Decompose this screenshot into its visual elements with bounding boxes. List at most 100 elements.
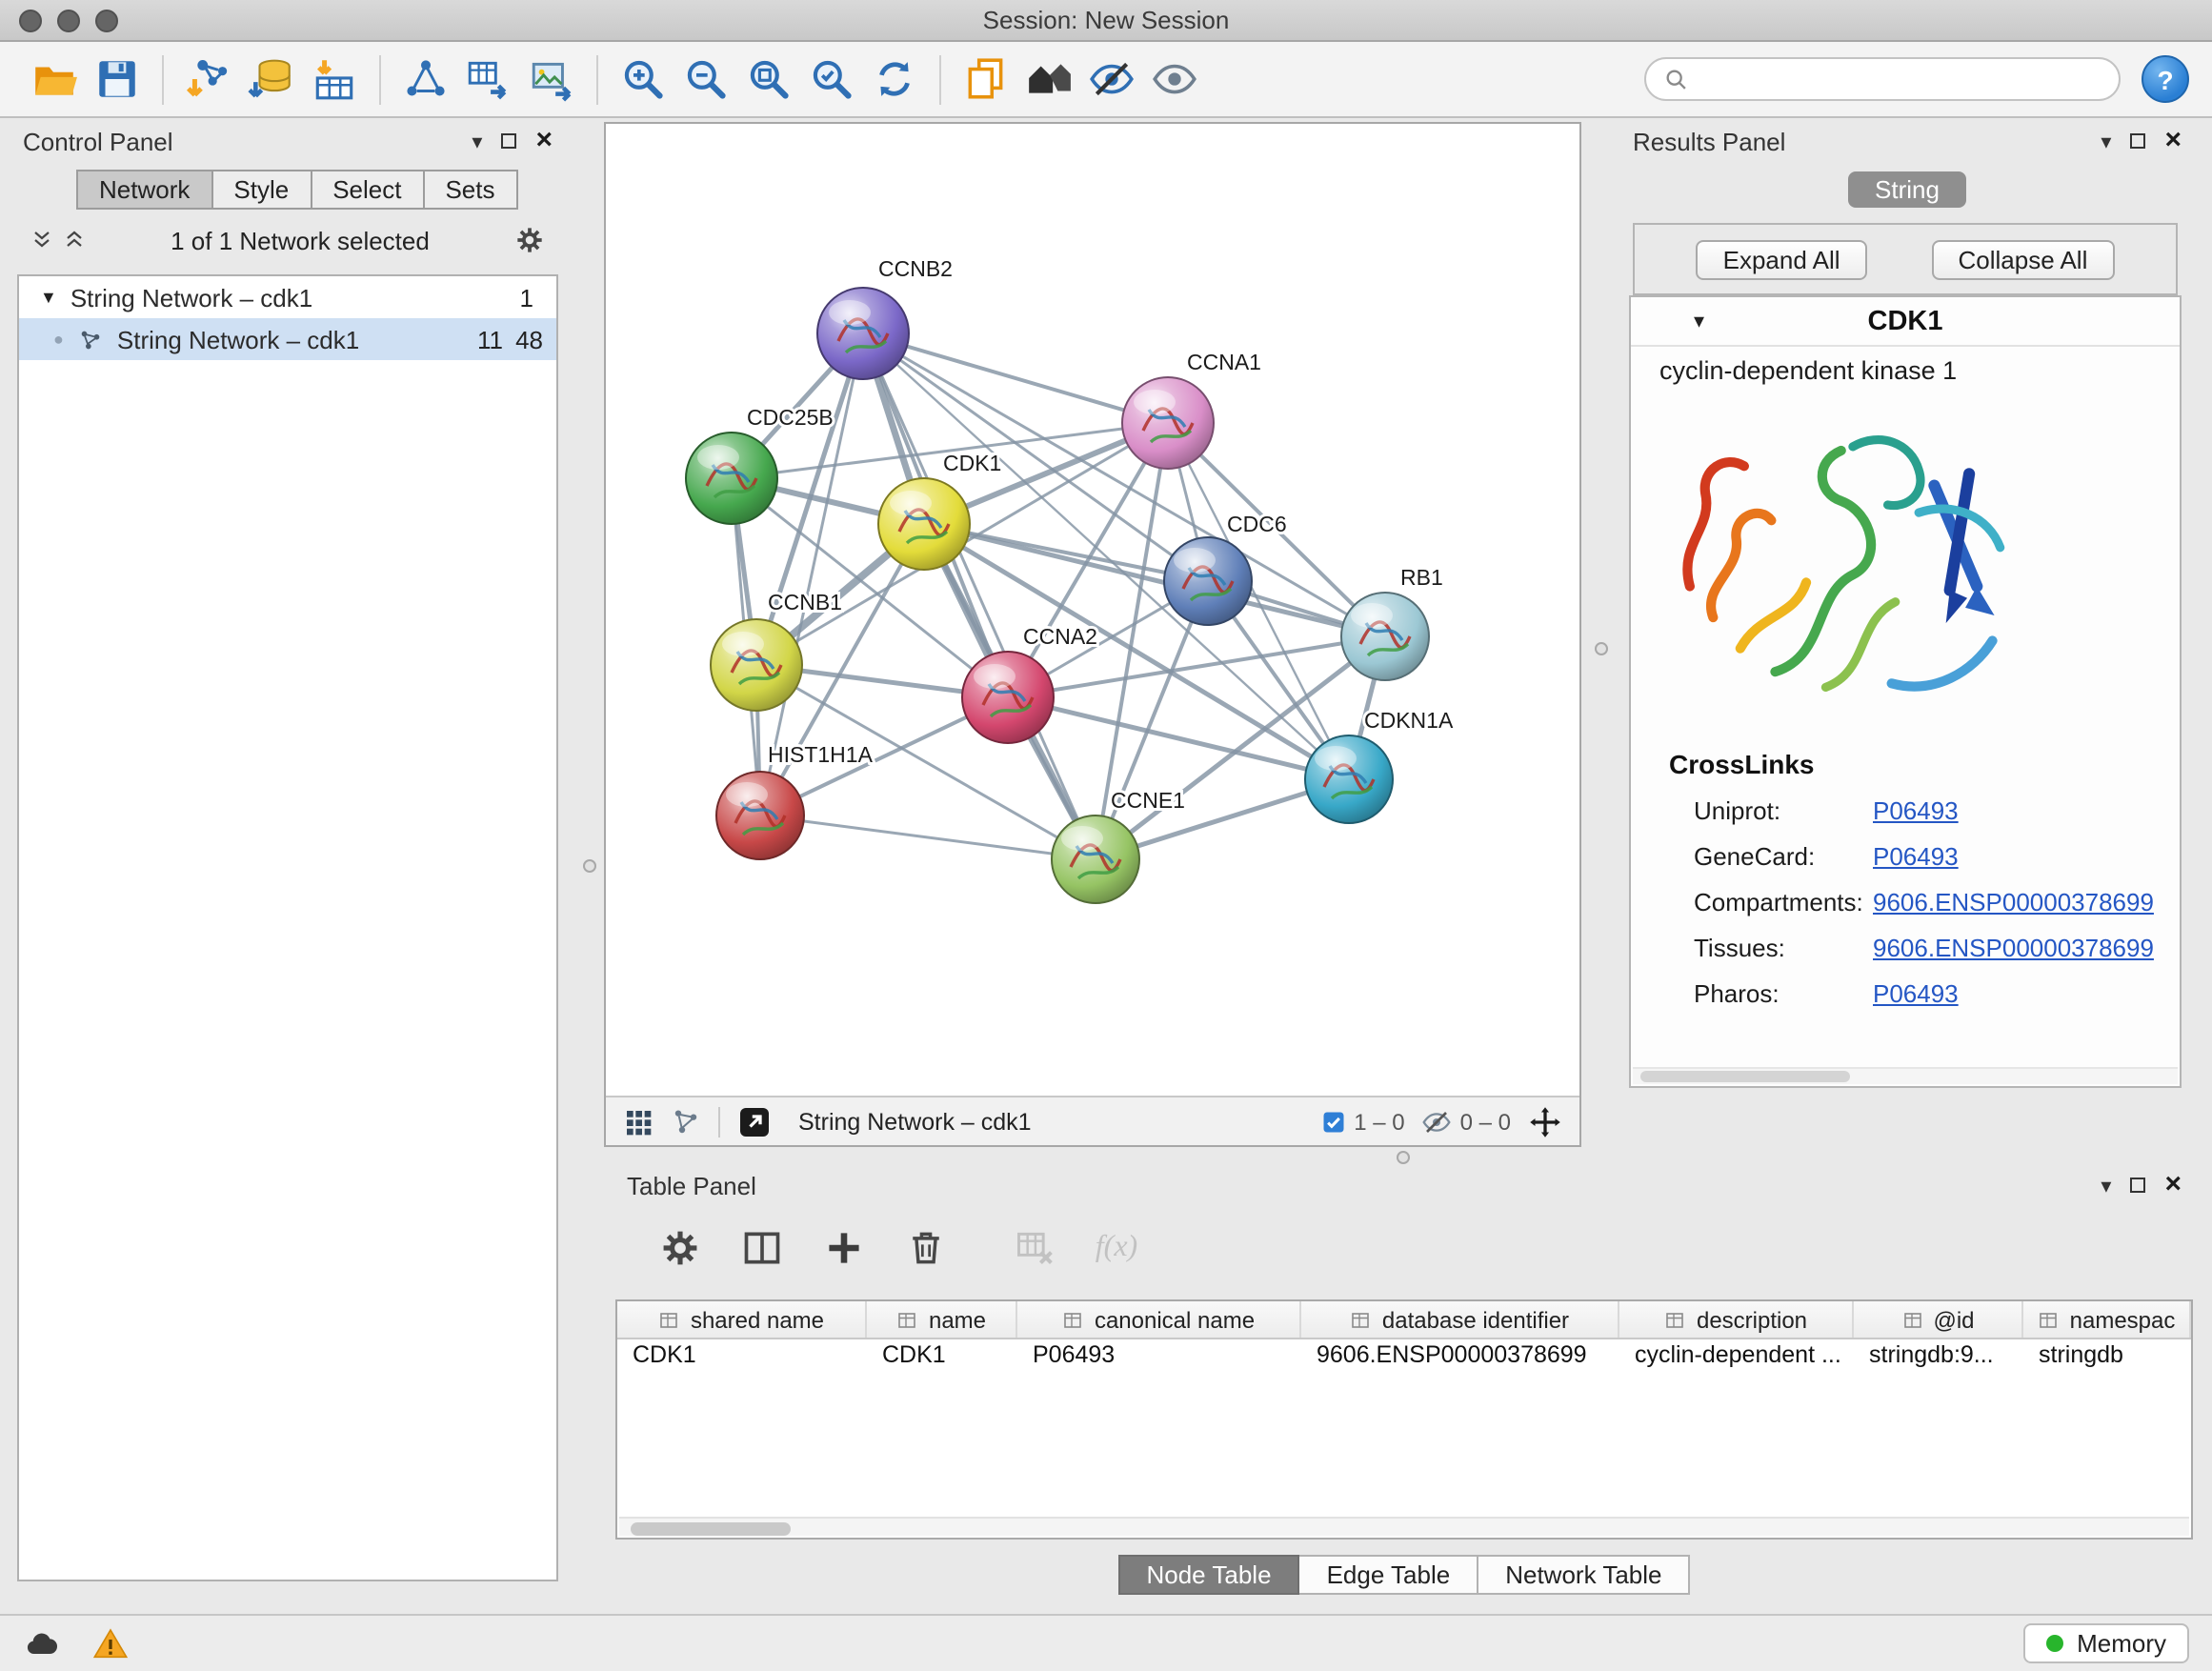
network-collection-row[interactable]: ▼ String Network – cdk1 1 xyxy=(19,276,556,318)
search-input[interactable] xyxy=(1701,64,2101,94)
tab-network-table[interactable]: Network Table xyxy=(1478,1555,1690,1595)
crosslink-link-pharos[interactable]: P06493 xyxy=(1873,979,1959,1008)
show-columns-button[interactable] xyxy=(735,1216,789,1280)
collapse-panel-button[interactable]: ▾ xyxy=(472,129,482,153)
table-cell[interactable]: P06493 xyxy=(1017,1339,1301,1376)
network-node-CDK1[interactable] xyxy=(878,478,970,570)
network-from-selection-button[interactable] xyxy=(394,47,457,111)
zoom-selected-button[interactable] xyxy=(800,47,863,111)
birds-eye-view-icon[interactable] xyxy=(623,1106,654,1137)
network-share-icon[interactable] xyxy=(671,1106,701,1137)
network-edge-CCNB2-CCNE1[interactable] xyxy=(863,333,1096,859)
export-table-button[interactable] xyxy=(457,47,520,111)
float-panel-button[interactable] xyxy=(501,133,516,149)
network-node-CCNA2[interactable] xyxy=(962,652,1054,743)
crosslink-link-compartments[interactable]: 9606.ENSP00000378699 xyxy=(1873,888,2154,916)
tab-edge-table[interactable]: Edge Table xyxy=(1300,1555,1479,1595)
show-panel-button[interactable] xyxy=(1143,47,1206,111)
network-row[interactable]: ● String Network – cdk1 11 48 xyxy=(19,318,556,360)
eye-slash-icon[interactable] xyxy=(1422,1106,1453,1137)
table-cell[interactable]: stringdb:9... xyxy=(1854,1339,2023,1376)
crosslink-link-genecard[interactable]: P06493 xyxy=(1873,842,1959,871)
crosslink-link-tissues[interactable]: 9606.ENSP00000378699 xyxy=(1873,934,2154,962)
results-scrollbar[interactable] xyxy=(1633,1067,2178,1084)
network-edge-CCNB2-CCNA1[interactable] xyxy=(863,333,1168,423)
tab-style[interactable]: Style xyxy=(212,170,312,210)
column-header[interactable]: database identifier xyxy=(1301,1301,1619,1338)
network-node-CDC25B[interactable] xyxy=(686,433,777,524)
table-cell[interactable]: 9606.ENSP00000378699 xyxy=(1301,1339,1619,1376)
open-session-button[interactable] xyxy=(23,47,86,111)
table-settings-button[interactable] xyxy=(654,1216,707,1280)
import-network-database-button[interactable] xyxy=(240,47,303,111)
refresh-network-button[interactable] xyxy=(863,47,926,111)
open-external-icon[interactable] xyxy=(737,1104,772,1138)
collapse-panel-button[interactable]: ▾ xyxy=(2101,129,2111,153)
network-node-CCNA1[interactable] xyxy=(1122,377,1214,469)
import-network-file-button[interactable] xyxy=(177,47,240,111)
move-crosshair-icon[interactable] xyxy=(1528,1104,1562,1138)
column-header[interactable]: namespac xyxy=(2023,1301,2191,1338)
hide-panel-button[interactable] xyxy=(1080,47,1143,111)
collapse-card-icon[interactable]: ▾ xyxy=(1694,309,1704,333)
zoom-fit-button[interactable] xyxy=(737,47,800,111)
table-cell[interactable]: cyclin-dependent ... xyxy=(1619,1339,1854,1376)
column-header[interactable]: canonical name xyxy=(1017,1301,1301,1338)
network-node-CCNB1[interactable] xyxy=(711,619,802,711)
delete-table-button[interactable] xyxy=(1008,1216,1061,1280)
save-session-button[interactable] xyxy=(86,47,149,111)
table-cell[interactable]: stringdb xyxy=(2023,1339,2191,1376)
column-header[interactable]: @id xyxy=(1854,1301,2023,1338)
table-row[interactable]: CDK1CDK1P064939606.ENSP00000378699cyclin… xyxy=(617,1339,2191,1376)
zoom-out-button[interactable] xyxy=(674,47,737,111)
network-node-CDC6[interactable] xyxy=(1164,537,1252,625)
warnings-button[interactable] xyxy=(91,1624,130,1662)
function-builder-button[interactable]: f(x) xyxy=(1090,1216,1143,1280)
network-edge-CDK1-RB1[interactable] xyxy=(924,524,1385,636)
home-button[interactable] xyxy=(1017,47,1080,111)
splitter-handle[interactable] xyxy=(583,859,596,873)
create-column-button[interactable] xyxy=(817,1216,871,1280)
column-header[interactable]: shared name xyxy=(617,1301,867,1338)
export-image-button[interactable] xyxy=(520,47,583,111)
column-header[interactable]: description xyxy=(1619,1301,1854,1338)
table-hscrollbar[interactable] xyxy=(619,1517,2189,1536)
tab-string[interactable]: String xyxy=(1848,171,1966,208)
crosslink-link-uniprot[interactable]: P06493 xyxy=(1873,796,1959,825)
close-window-button[interactable] xyxy=(19,9,42,31)
close-panel-button[interactable]: × xyxy=(2164,131,2182,151)
network-node-CDKN1A[interactable] xyxy=(1305,735,1393,823)
cloud-status-button[interactable] xyxy=(23,1624,61,1662)
network-node-RB1[interactable] xyxy=(1341,593,1429,680)
minimize-window-button[interactable] xyxy=(57,9,80,31)
search-box[interactable] xyxy=(1644,57,2121,101)
splitter-handle[interactable] xyxy=(1595,642,1608,655)
zoom-window-button[interactable] xyxy=(95,9,118,31)
memory-button[interactable]: Memory xyxy=(2023,1623,2189,1663)
network-node-CCNB2[interactable] xyxy=(817,288,909,379)
network-node-CCNE1[interactable] xyxy=(1052,815,1139,903)
splitter-handle[interactable] xyxy=(1397,1151,1410,1164)
gear-icon[interactable] xyxy=(514,225,545,255)
tab-network[interactable]: Network xyxy=(76,170,212,210)
tree-caret-icon[interactable]: ▼ xyxy=(40,288,57,307)
network-node-HIST1H1A[interactable] xyxy=(716,772,804,859)
import-table-file-button[interactable] xyxy=(303,47,366,111)
scrollbar-thumb[interactable] xyxy=(631,1521,791,1535)
collapse-panel-button[interactable]: ▾ xyxy=(2101,1173,2111,1198)
duplicate-network-button[interactable] xyxy=(955,47,1017,111)
checkbox-checked-icon[interactable] xyxy=(1319,1108,1346,1135)
network-edge-CCNE1-HIST1H1A[interactable] xyxy=(760,815,1096,859)
gene-card-header[interactable]: ▾ CDK1 xyxy=(1631,297,2180,347)
close-panel-button[interactable]: × xyxy=(2164,1176,2182,1195)
expand-all-button[interactable]: Expand All xyxy=(1697,239,1867,279)
expand-all-icon[interactable] xyxy=(63,229,86,252)
table-cell[interactable]: CDK1 xyxy=(867,1339,1017,1376)
float-panel-button[interactable] xyxy=(2130,133,2145,149)
tab-node-table[interactable]: Node Table xyxy=(1117,1555,1299,1595)
tab-select[interactable]: Select xyxy=(312,170,424,210)
table-cell[interactable]: CDK1 xyxy=(617,1339,867,1376)
delete-column-button[interactable] xyxy=(899,1216,953,1280)
zoom-in-button[interactable] xyxy=(612,47,674,111)
column-header[interactable]: name xyxy=(867,1301,1017,1338)
